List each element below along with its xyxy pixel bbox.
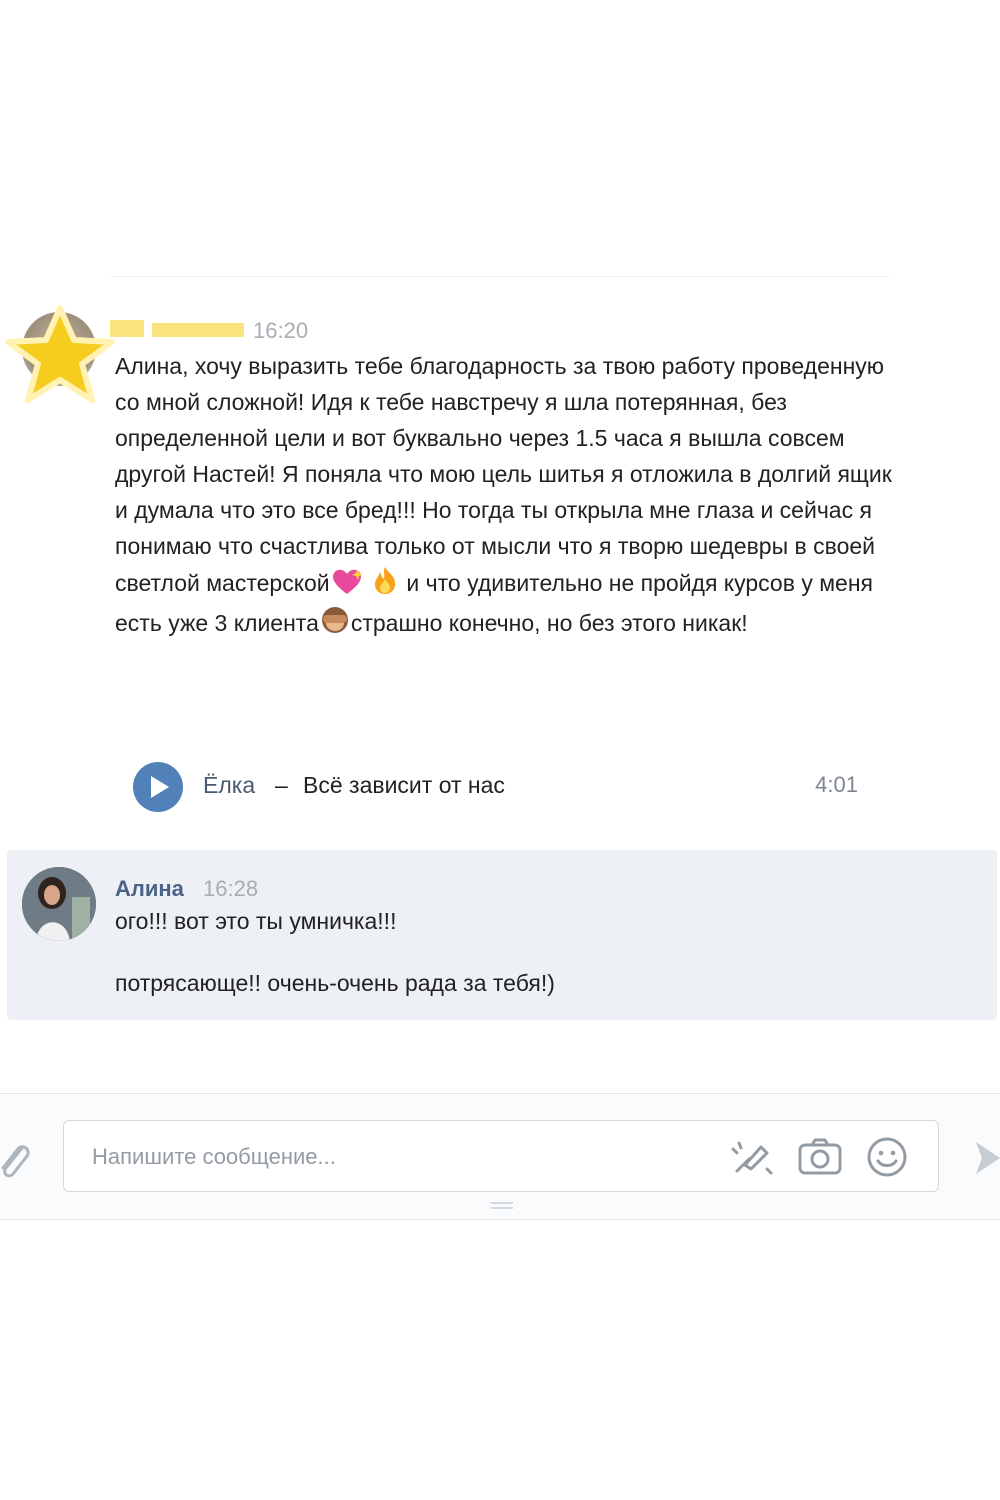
history-divider	[110, 276, 890, 277]
avatar-photo	[22, 867, 96, 941]
message-item: Алина 16:28 ого!!! вот это ты умничка!!!…	[7, 850, 997, 1020]
avatar[interactable]	[22, 867, 96, 941]
see-no-evil-monkey-icon	[319, 605, 351, 645]
author-name[interactable]: Алина	[115, 876, 184, 902]
graffiti-icon[interactable]	[727, 1135, 777, 1179]
audio-title: Всё зависит от нас	[303, 772, 505, 798]
play-icon	[151, 776, 169, 798]
message-item: 16:20 Алина, хочу выразить тебе благодар…	[0, 290, 1000, 830]
message-time: 16:28	[203, 876, 259, 901]
camera-icon[interactable]	[797, 1135, 843, 1179]
author-name-redacted	[110, 320, 244, 337]
audio-separator: –	[275, 772, 288, 798]
play-button[interactable]	[133, 762, 183, 812]
message-input-box	[63, 1120, 939, 1192]
avatar[interactable]	[5, 305, 115, 403]
message-composer	[0, 1093, 1000, 1220]
paperclip-icon[interactable]	[0, 1138, 30, 1182]
fire-icon	[370, 565, 400, 605]
audio-attachment[interactable]: Ёлка – Всё зависит от нас 4:01	[133, 760, 863, 812]
composer-resize-handle[interactable]	[491, 1202, 513, 1210]
smile-icon[interactable]	[865, 1135, 909, 1179]
sparkling-heart-icon	[330, 567, 364, 605]
message-text: потрясающе!! очень-очень рада за тебя!)	[115, 970, 555, 996]
star-icon	[5, 305, 115, 403]
audio-artist[interactable]: Ёлка	[203, 772, 255, 799]
message-input[interactable]	[90, 1139, 694, 1175]
send-icon[interactable]	[972, 1138, 1000, 1178]
audio-duration: 4:01	[815, 772, 858, 797]
message-time: 16:20	[253, 318, 309, 343]
message-text: ого!!! вот это ты умничка!!!	[115, 908, 397, 934]
message-text: Алина, хочу выразить тебе благодарность …	[115, 348, 905, 645]
